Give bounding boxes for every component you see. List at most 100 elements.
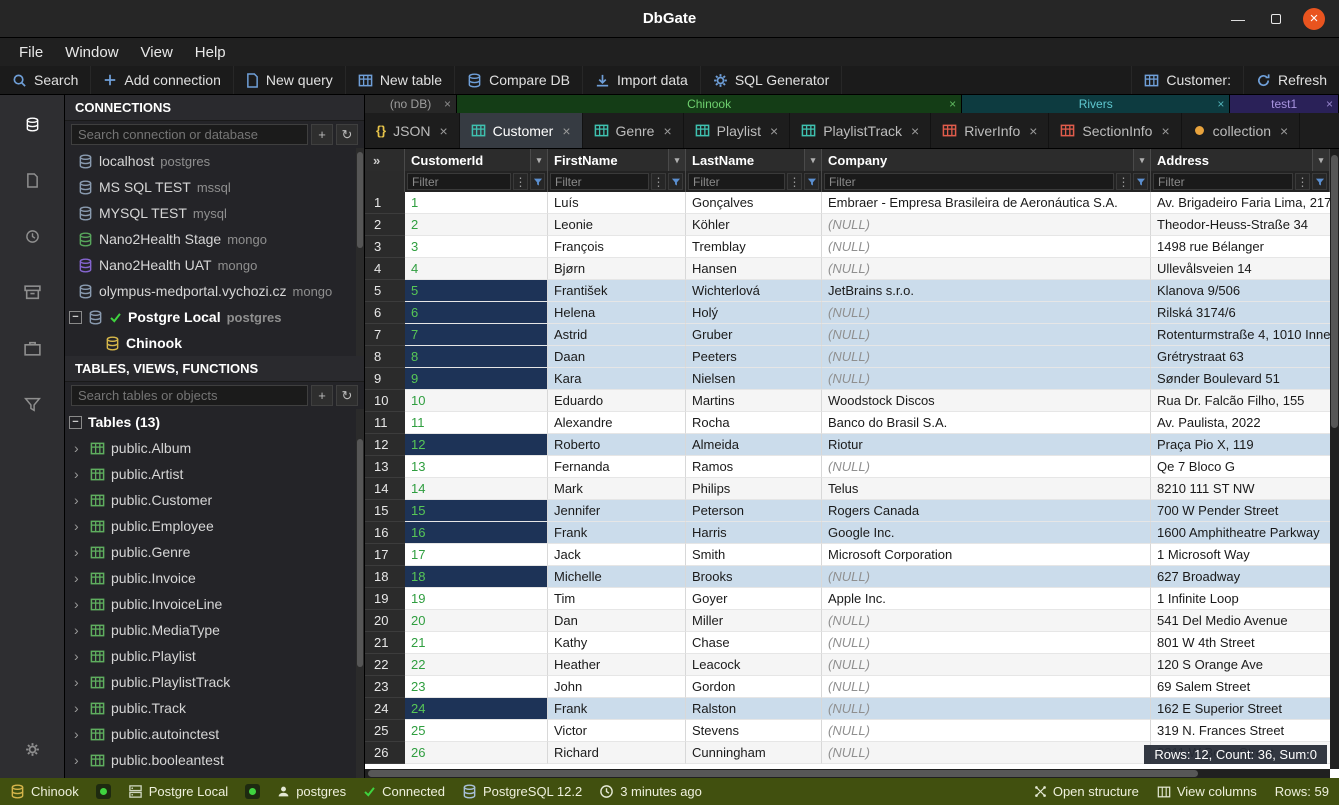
cell-company[interactable]: (NULL) [822, 214, 1151, 236]
table-item-public-playlisttrack[interactable]: ›public.PlaylistTrack [65, 669, 364, 695]
tab-sectioninfo[interactable]: SectionInfo× [1049, 113, 1181, 148]
cell-lastname[interactable]: Miller [686, 610, 822, 632]
cell-firstname[interactable]: Kara [548, 368, 686, 390]
cell-company[interactable]: (NULL) [822, 302, 1151, 324]
cell-firstname[interactable]: Michelle [548, 566, 686, 588]
row-number[interactable]: 17 [365, 544, 405, 566]
maximize-button[interactable] [1265, 8, 1287, 30]
cell-customerid[interactable]: 13 [405, 456, 548, 478]
cell-customerid[interactable]: 23 [405, 676, 548, 698]
close-icon[interactable]: × [444, 97, 451, 111]
statusbar-open-structure[interactable]: Open structure [1034, 784, 1139, 799]
chevron-right-icon[interactable]: › [74, 622, 84, 638]
cell-company[interactable]: (NULL) [822, 720, 1151, 742]
cell-address[interactable]: Praça Pio X, 119 [1151, 434, 1339, 456]
chevron-down-icon[interactable]: ▾ [668, 149, 685, 171]
cell-company[interactable]: Apple Inc. [822, 588, 1151, 610]
table-item-public-customer[interactable]: ›public.Customer [65, 487, 364, 513]
cell-customerid[interactable]: 22 [405, 654, 548, 676]
cell-company[interactable]: (NULL) [822, 566, 1151, 588]
toolbar-sql-generator-button[interactable]: SQL Generator [701, 66, 842, 94]
chevron-right-icon[interactable]: › [74, 648, 84, 664]
cell-lastname[interactable]: Goyer [686, 588, 822, 610]
column-header-customerid[interactable]: CustomerId▾ [405, 149, 548, 171]
cell-lastname[interactable]: Cunningham [686, 742, 822, 764]
cell-lastname[interactable]: Smith [686, 544, 822, 566]
filter-menu-icon[interactable]: ⋮ [513, 173, 528, 190]
cell-firstname[interactable]: Leonie [548, 214, 686, 236]
cell-lastname[interactable]: Martins [686, 390, 822, 412]
cell-lastname[interactable]: Peterson [686, 500, 822, 522]
cell-lastname[interactable]: Tremblay [686, 236, 822, 258]
cell-firstname[interactable]: Jennifer [548, 500, 686, 522]
toolbar-import-data-button[interactable]: Import data [583, 66, 701, 94]
cell-firstname[interactable]: Frank [548, 698, 686, 720]
statusbar-3-minutes-ago[interactable]: 3 minutes ago [599, 784, 702, 799]
filter-input[interactable]: Filter [688, 173, 785, 190]
collapse-icon[interactable]: − [69, 311, 82, 324]
statusbar-led-indicator[interactable] [245, 784, 260, 799]
cell-company[interactable]: Rogers Canada [822, 500, 1151, 522]
cell-address[interactable]: 541 Del Medio Avenue [1151, 610, 1339, 632]
row-number[interactable]: 7 [365, 324, 405, 346]
tables-scrollbar[interactable] [356, 409, 364, 778]
db-tab-chinook[interactable]: Chinook× [457, 95, 962, 113]
cell-company[interactable]: (NULL) [822, 698, 1151, 720]
cell-customerid[interactable]: 14 [405, 478, 548, 500]
cell-address[interactable]: Rotenturmstraße 4, 1010 Innere Stadt [1151, 324, 1339, 346]
cell-lastname[interactable]: Stevens [686, 720, 822, 742]
cell-company[interactable]: (NULL) [822, 654, 1151, 676]
cell-address[interactable]: 1 Microsoft Way [1151, 544, 1339, 566]
chevron-down-icon[interactable]: ▾ [804, 149, 821, 171]
cell-firstname[interactable]: Roberto [548, 434, 686, 456]
cell-customerid[interactable]: 17 [405, 544, 548, 566]
horizontal-scrollbar-thumb[interactable] [368, 770, 1198, 777]
cell-address[interactable]: Qe 7 Bloco G [1151, 456, 1339, 478]
cell-customerid[interactable]: 9 [405, 368, 548, 390]
sidebar-briefcase-icon[interactable] [19, 335, 45, 361]
close-icon[interactable]: × [1217, 97, 1224, 111]
cell-customerid[interactable]: 24 [405, 698, 548, 720]
cell-lastname[interactable]: Köhler [686, 214, 822, 236]
cell-firstname[interactable]: Alexandre [548, 412, 686, 434]
cell-customerid[interactable]: 20 [405, 610, 548, 632]
cell-firstname[interactable]: Dan [548, 610, 686, 632]
cell-customerid[interactable]: 1 [405, 192, 548, 214]
toolbar-new-query-button[interactable]: New query [234, 66, 346, 94]
cell-firstname[interactable]: John [548, 676, 686, 698]
cell-firstname[interactable]: Luís [548, 192, 686, 214]
cell-company[interactable]: (NULL) [822, 236, 1151, 258]
cell-address[interactable]: Rua Dr. Falcão Filho, 155 [1151, 390, 1339, 412]
connection-item-nano2health-stage[interactable]: Nano2Health Stagemongo [65, 226, 364, 252]
filter-input[interactable]: Filter [550, 173, 649, 190]
close-icon[interactable]: × [562, 123, 570, 139]
cell-company[interactable]: (NULL) [822, 324, 1151, 346]
chevron-right-icon[interactable]: › [74, 596, 84, 612]
statusbar-connected[interactable]: Connected [363, 784, 445, 799]
menu-window[interactable]: Window [54, 41, 129, 64]
settings-gear-icon[interactable] [19, 736, 45, 762]
cell-customerid[interactable]: 6 [405, 302, 548, 324]
refresh-tables-button[interactable]: ↻ [336, 385, 358, 406]
tab-playlist[interactable]: Playlist× [684, 113, 791, 148]
menu-view[interactable]: View [130, 41, 184, 64]
filter-menu-icon[interactable]: ⋮ [651, 173, 666, 190]
row-number[interactable]: 1 [365, 192, 405, 214]
column-header-firstname[interactable]: FirstName▾ [548, 149, 686, 171]
close-icon[interactable]: × [949, 97, 956, 111]
vertical-scrollbar-thumb[interactable] [1331, 155, 1338, 428]
row-number[interactable]: 20 [365, 610, 405, 632]
funnel-icon[interactable] [530, 173, 545, 190]
statusbar-rows-59[interactable]: Rows: 59 [1275, 784, 1329, 799]
cell-customerid[interactable]: 15 [405, 500, 548, 522]
row-number[interactable]: 4 [365, 258, 405, 280]
cell-lastname[interactable]: Wichterlová [686, 280, 822, 302]
filter-menu-icon[interactable]: ⋮ [787, 173, 802, 190]
cell-company[interactable]: JetBrains s.r.o. [822, 280, 1151, 302]
connection-item-localhost[interactable]: localhostpostgres [65, 148, 364, 174]
cell-address[interactable]: 1498 rue Bélanger [1151, 236, 1339, 258]
row-number[interactable]: 2 [365, 214, 405, 236]
row-number[interactable]: 21 [365, 632, 405, 654]
row-number[interactable]: 3 [365, 236, 405, 258]
connection-search-input[interactable] [71, 124, 308, 145]
